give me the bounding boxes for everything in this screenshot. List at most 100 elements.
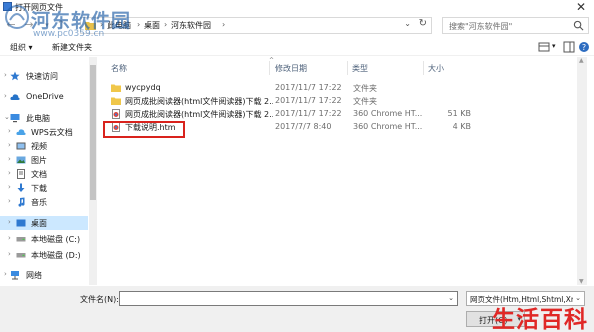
sidebar-item-drive-c[interactable]: › 本地磁盘 (C:): [0, 232, 88, 246]
file-name: wycpydq: [125, 83, 161, 92]
file-type: 文件夹: [353, 84, 377, 93]
column-header-size[interactable]: 大小: [428, 63, 444, 74]
star-icon: [10, 71, 20, 81]
address-dropdown-icon[interactable]: ⌄: [404, 19, 411, 28]
help-icon[interactable]: ?: [578, 41, 590, 53]
search-icon[interactable]: [573, 20, 584, 31]
annotation-highlight-box: [103, 121, 185, 138]
file-list-scrollbar[interactable]: ▲ ▼: [577, 57, 587, 285]
file-date: 2017/7/7 8:40: [275, 122, 332, 131]
picture-icon: [16, 156, 26, 164]
chevron-down-icon[interactable]: ⌄: [448, 294, 454, 302]
sidebar-item-network[interactable]: › 网络: [0, 268, 88, 282]
expand-chevron-icon[interactable]: ›: [8, 141, 11, 149]
column-header-type[interactable]: 类型: [352, 63, 368, 74]
expand-chevron-icon[interactable]: ›: [8, 197, 11, 205]
sidebar-item-wps-cloud[interactable]: › WPS云文档: [0, 125, 88, 139]
filename-label: 文件名(N):: [80, 295, 119, 304]
search-placeholder: 搜索"河东软件园": [449, 22, 513, 31]
sidebar-item-quick-access[interactable]: › 快速访问: [0, 69, 88, 83]
navigation-pane: › 快速访问 › OneDrive ⌄ 此电脑 › WPS云文档 › 视频 › …: [0, 57, 97, 285]
column-header-date[interactable]: 修改日期: [275, 63, 307, 74]
file-date: 2017/11/7 17:22: [275, 83, 342, 92]
expand-chevron-icon[interactable]: ›: [8, 169, 11, 177]
sidebar-item-label: 快速访问: [26, 72, 58, 81]
breadcrumb-desktop[interactable]: 桌面: [144, 20, 160, 31]
column-divider[interactable]: [423, 61, 424, 75]
breadcrumb-separator-icon: ›: [137, 20, 141, 29]
expand-chevron-icon[interactable]: ›: [8, 127, 11, 135]
refresh-icon[interactable]: ↻: [419, 18, 427, 29]
new-folder-button[interactable]: 新建文件夹: [52, 42, 92, 53]
document-icon: [17, 169, 25, 179]
sidebar-scrollbar[interactable]: [89, 57, 97, 285]
breadcrumb-separator-icon: ›: [222, 20, 226, 29]
sidebar-item-onedrive[interactable]: › OneDrive: [0, 90, 88, 104]
sidebar-item-desktop[interactable]: › 桌面: [0, 216, 88, 230]
expand-chevron-icon[interactable]: ›: [8, 250, 11, 258]
sidebar-item-label: 文档: [31, 170, 47, 179]
desktop-icon: [16, 219, 26, 227]
sidebar-item-label: 本地磁盘 (C:): [31, 235, 81, 244]
search-input[interactable]: 搜索"河东软件园": [442, 17, 589, 34]
expand-chevron-icon[interactable]: ›: [4, 92, 7, 100]
svg-text:?: ?: [582, 43, 586, 52]
computer-icon: [10, 114, 20, 123]
file-list: ^ 名称 修改日期 类型 大小 wycpydq 2017/11/7 17:22 …: [99, 57, 587, 285]
command-bar: 组织 ▾ 新建文件夹 ▾ ?: [0, 38, 594, 56]
sidebar-item-label: 音乐: [31, 198, 47, 207]
file-row[interactable]: 网页成批阅读器(html文件阅读器)下载 2... 2017/11/7 17:2…: [105, 108, 473, 120]
expand-chevron-icon[interactable]: ›: [4, 270, 7, 278]
video-icon: [16, 142, 26, 150]
expand-chevron-icon[interactable]: ›: [4, 71, 7, 79]
sidebar-item-label: 下载: [31, 184, 47, 193]
expand-chevron-icon[interactable]: ›: [8, 234, 11, 242]
organize-button[interactable]: 组织 ▾: [10, 42, 33, 53]
column-divider[interactable]: [347, 61, 348, 75]
network-icon: [11, 271, 19, 280]
sidebar-item-videos[interactable]: › 视频: [0, 139, 88, 153]
folder-icon: [111, 97, 121, 105]
folder-icon: [111, 84, 121, 92]
filename-input[interactable]: ⌄: [119, 291, 458, 306]
sidebar-item-drive-d[interactable]: › 本地磁盘 (D:): [0, 248, 88, 262]
breadcrumb-current-folder[interactable]: 河东软件园: [171, 20, 211, 31]
file-name: 网页成批阅读器(html文件阅读器)下载 2...: [125, 97, 273, 106]
sidebar-item-label: 网络: [26, 271, 42, 280]
watermark-logo: [5, 5, 29, 29]
sidebar-item-this-pc[interactable]: ⌄ 此电脑: [0, 111, 88, 125]
sidebar-item-label: 本地磁盘 (D:): [31, 251, 81, 260]
sidebar-item-pictures[interactable]: › 图片: [0, 153, 88, 167]
file-size: 4 KB: [452, 122, 471, 131]
address-bar[interactable]: › 此电脑 › 桌面 › 河东软件园 › ⌄ ↻: [80, 17, 432, 34]
expand-chevron-icon[interactable]: ›: [8, 155, 11, 163]
scroll-down-icon[interactable]: ▼: [579, 278, 584, 285]
cloud-icon: [10, 94, 20, 100]
column-divider[interactable]: [269, 61, 270, 75]
file-size: 51 KB: [447, 109, 471, 118]
file-row[interactable]: 网页成批阅读器(html文件阅读器)下载 2... 2017/11/7 17:2…: [105, 95, 473, 107]
sidebar-item-label: 桌面: [31, 219, 47, 228]
preview-pane-icon[interactable]: [563, 41, 575, 53]
expand-chevron-icon[interactable]: ⌄: [4, 113, 10, 121]
sidebar-item-documents[interactable]: › 文档: [0, 167, 88, 181]
close-button[interactable]: ✕: [574, 0, 588, 14]
file-type: 360 Chrome HT...: [353, 109, 423, 118]
expand-chevron-icon[interactable]: ›: [8, 183, 11, 191]
drive-icon: [16, 237, 26, 242]
sidebar-scrollbar-thumb[interactable]: [90, 65, 96, 200]
sidebar-item-downloads[interactable]: › 下载: [0, 181, 88, 195]
sidebar-item-label: 此电脑: [26, 114, 50, 123]
breadcrumb-separator-icon: ›: [164, 20, 168, 29]
view-dropdown-icon[interactable]: ▾: [552, 42, 556, 50]
file-row[interactable]: wycpydq 2017/11/7 17:22 文件夹: [105, 82, 473, 94]
expand-chevron-icon[interactable]: ›: [8, 218, 11, 226]
scroll-up-icon[interactable]: ▲: [579, 57, 584, 64]
view-options-icon[interactable]: [538, 41, 550, 53]
column-header-name[interactable]: 名称: [111, 63, 127, 74]
sidebar-item-music[interactable]: › 音乐: [0, 195, 88, 209]
music-icon: [18, 197, 25, 207]
file-name: 网页成批阅读器(html文件阅读器)下载 2...: [125, 110, 273, 119]
download-icon: [17, 183, 25, 192]
watermark-site-url: www.pc0359.cn: [33, 29, 105, 39]
